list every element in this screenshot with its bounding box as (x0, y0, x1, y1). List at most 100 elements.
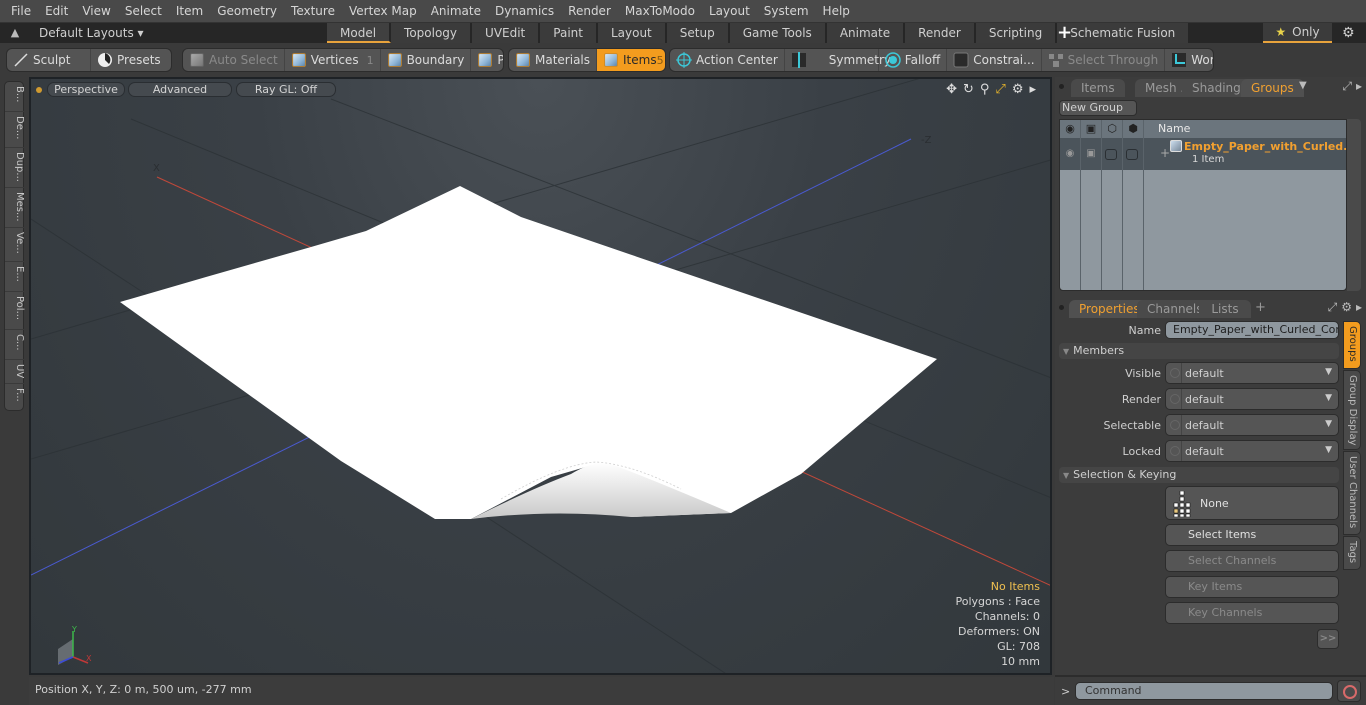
tab-lists[interactable]: Lists (1199, 300, 1251, 318)
menu-select[interactable]: Select (118, 0, 169, 22)
menu-edit[interactable]: Edit (38, 0, 75, 22)
constraints-button[interactable]: Constrai... (947, 49, 1042, 71)
locked-dropdown[interactable]: default ▼ (1165, 440, 1339, 462)
gear-icon[interactable]: ⚙ (1342, 23, 1355, 43)
tab-game-tools[interactable]: Game Tools (729, 23, 827, 43)
tab-paint[interactable]: Paint (540, 23, 598, 43)
layouts-dropdown[interactable]: Default Layouts ▾ (39, 23, 144, 43)
tab-schematic-fusion[interactable]: Schematic Fusion (1057, 23, 1191, 43)
left-tab-duplicate[interactable]: Dup... (5, 148, 25, 188)
maximize-icon[interactable]: ⤢ (1342, 79, 1352, 94)
menu-layout[interactable]: Layout (702, 0, 757, 22)
name-column-header[interactable]: Name (1158, 122, 1190, 135)
select-channels-button[interactable]: Select Channels (1165, 550, 1339, 572)
selectable-dropdown[interactable]: default ▼ (1165, 414, 1339, 436)
menu-dynamics[interactable]: Dynamics (488, 0, 561, 22)
tab-render[interactable]: Render (905, 23, 976, 43)
side-tab-groups[interactable]: Groups (1343, 321, 1361, 369)
symmetry-button[interactable]: Symmetry (785, 49, 891, 71)
left-tab-uv[interactable]: UV (5, 360, 25, 384)
panel-expand-icon[interactable]: ▸ (1356, 300, 1362, 315)
only-button[interactable]: ★ Only (1263, 23, 1332, 43)
expand-more-button[interactable]: >> (1317, 629, 1339, 649)
advanced-button[interactable]: Advanced (128, 82, 232, 97)
maximize-icon[interactable]: ⤢ (1328, 300, 1338, 315)
tab-setup[interactable]: Setup (666, 23, 730, 43)
group-name[interactable]: Empty_Paper_with_Curled... (1184, 140, 1346, 153)
expand-group-icon[interactable]: + (1160, 146, 1170, 160)
menu-maxtomodo[interactable]: MaxToModo (618, 0, 702, 22)
eye-icon[interactable]: ◉ (1063, 122, 1077, 136)
tab-topology[interactable]: Topology (391, 23, 473, 43)
select-items-button[interactable]: Select Items (1165, 524, 1339, 546)
tabs-dropdown-icon[interactable]: ▼ (1299, 80, 1307, 91)
record-macro-icon[interactable] (1337, 680, 1361, 702)
sculpt-button[interactable]: Sculpt (7, 49, 91, 71)
side-tab-group-display[interactable]: Group Display (1343, 370, 1361, 450)
key-items-button[interactable]: Key Items (1165, 576, 1339, 598)
action-center-button[interactable]: Action Center (670, 49, 785, 71)
materials-button[interactable]: Materials (509, 49, 598, 71)
viewport-expand-icon[interactable]: ▸ (1029, 82, 1036, 98)
side-tab-user-channels[interactable]: User Channels (1343, 451, 1361, 535)
select-cube-icon[interactable]: ⬢ (1126, 122, 1140, 136)
visible-radio[interactable] (1170, 368, 1180, 378)
collapse-up-icon[interactable]: ▲ (8, 26, 22, 40)
add-panel-tab-icon[interactable]: + (1255, 300, 1266, 315)
viewport-gear-icon[interactable]: ⚙ (1012, 82, 1024, 98)
visible-dropdown[interactable]: default ▼ (1165, 362, 1339, 384)
boundary-button[interactable]: Boundary (381, 49, 472, 71)
left-tab-curve[interactable]: C... (5, 330, 25, 360)
left-tab-basic[interactable]: B... (5, 82, 25, 112)
side-tab-tags[interactable]: Tags (1343, 536, 1361, 570)
falloff-button[interactable]: Falloff (879, 49, 948, 71)
lock-cube-icon[interactable]: ⬡ (1105, 122, 1119, 136)
tab-animate[interactable]: Animate (826, 23, 906, 43)
selection-keying-section[interactable]: ▼ Selection & Keying (1059, 467, 1339, 483)
tab-scripting[interactable]: Scripting (975, 23, 1058, 43)
name-field[interactable]: Empty_Paper_with_Curled_Corne (1165, 321, 1339, 339)
render-radio[interactable] (1170, 394, 1180, 404)
3d-viewport[interactable]: X -Z Y X Perspective Advanced Ray GL: Of… (29, 77, 1052, 675)
tab-model[interactable]: Model (327, 23, 392, 43)
ray-gl-button[interactable]: Ray GL: Off (236, 82, 336, 97)
add-tab-icon[interactable]: + (1057, 23, 1072, 43)
command-input[interactable]: Command (1075, 682, 1333, 700)
perspective-button[interactable]: Perspective (47, 82, 125, 97)
selectable-radio[interactable] (1170, 420, 1180, 430)
menu-file[interactable]: File (4, 0, 38, 22)
new-group-button[interactable]: New Group (1059, 100, 1137, 116)
tab-uvedit[interactable]: UVEdit (472, 23, 541, 43)
tab-groups[interactable]: Groups (1241, 79, 1304, 97)
menu-geometry[interactable]: Geometry (210, 0, 284, 22)
none-selection-button[interactable]: None (1165, 486, 1339, 520)
menu-texture[interactable]: Texture (284, 0, 342, 22)
row-render-icon[interactable]: ▣ (1085, 148, 1097, 160)
locked-radio[interactable] (1170, 446, 1180, 456)
workplane-button[interactable]: WorkPlane (1165, 49, 1213, 71)
row-eye-icon[interactable]: ◉ (1064, 148, 1076, 160)
menu-item[interactable]: Item (169, 0, 210, 22)
tab-items[interactable]: Items (1071, 79, 1125, 97)
row-lock-toggle[interactable] (1105, 149, 1117, 160)
left-tab-polygon[interactable]: Pol... (5, 292, 25, 330)
select-through-button[interactable]: Select Through (1042, 49, 1166, 71)
menu-vertex-map[interactable]: Vertex Map (342, 0, 424, 22)
panel-expand-icon[interactable]: ▸ (1356, 79, 1362, 94)
left-tab-fusion[interactable]: F... (5, 384, 25, 412)
move-view-icon[interactable]: ✥ (946, 82, 957, 98)
menu-animate[interactable]: Animate (424, 0, 488, 22)
menu-system[interactable]: System (757, 0, 816, 22)
polygons-button[interactable]: Polygons (471, 49, 503, 71)
menu-help[interactable]: Help (816, 0, 857, 22)
paper-mesh[interactable] (120, 186, 937, 519)
render-dropdown[interactable]: default ▼ (1165, 388, 1339, 410)
menu-view[interactable]: View (75, 0, 117, 22)
menu-render[interactable]: Render (561, 0, 618, 22)
members-section[interactable]: ▼ Members (1059, 343, 1339, 359)
left-tab-mesh-edit[interactable]: Mes... (5, 188, 25, 228)
left-tab-edge[interactable]: E... (5, 262, 25, 292)
viewport-status-dot[interactable] (36, 87, 42, 93)
auto-select-button[interactable]: Auto Select (183, 49, 285, 71)
row-select-toggle[interactable] (1126, 149, 1138, 160)
